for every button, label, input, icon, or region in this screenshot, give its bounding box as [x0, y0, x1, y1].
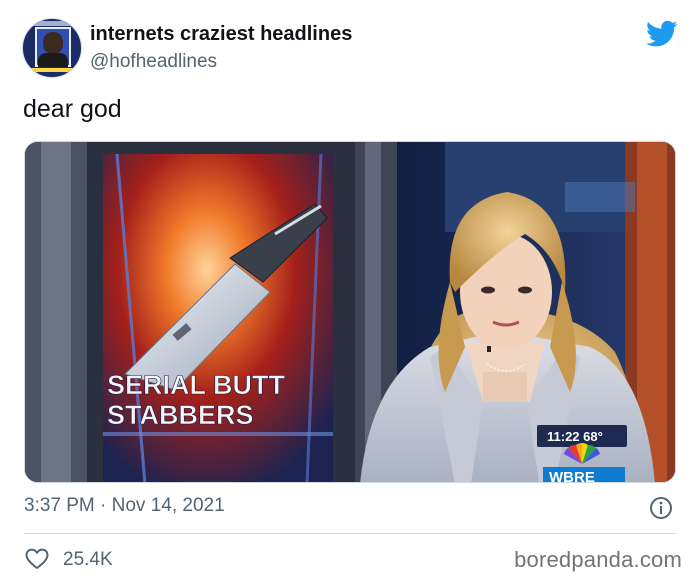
- tweet-text: dear god: [23, 95, 122, 123]
- tweet-timestamp[interactable]: 3:37 PM · Nov 14, 2021: [24, 495, 225, 517]
- bug-station-call-letters: WBRE: [549, 469, 595, 483]
- tweet-media-image[interactable]: SERIAL BUTT STABBERS 11:22 68° WBRE: [24, 141, 676, 483]
- display-name[interactable]: internets craziest headlines: [90, 23, 352, 46]
- divider: [24, 533, 676, 534]
- user-handle[interactable]: @hofheadlines: [90, 51, 217, 73]
- graphic-text-line2: STABBERS: [107, 400, 254, 430]
- news-broadcast-image: SERIAL BUTT STABBERS 11:22 68° WBRE: [25, 142, 675, 483]
- like-count[interactable]: 25.4K: [63, 549, 113, 571]
- bug-time-temp: 11:22 68°: [547, 429, 603, 444]
- graphic-text-line1: SERIAL BUTT: [107, 370, 286, 400]
- heart-icon[interactable]: [25, 548, 49, 570]
- watermark: boredpanda.com: [514, 547, 682, 572]
- info-icon[interactable]: [649, 496, 673, 520]
- tweet-header: internets craziest headlines @hofheadlin…: [22, 16, 682, 80]
- avatar[interactable]: [22, 18, 82, 78]
- twitter-bird-icon: [646, 20, 678, 47]
